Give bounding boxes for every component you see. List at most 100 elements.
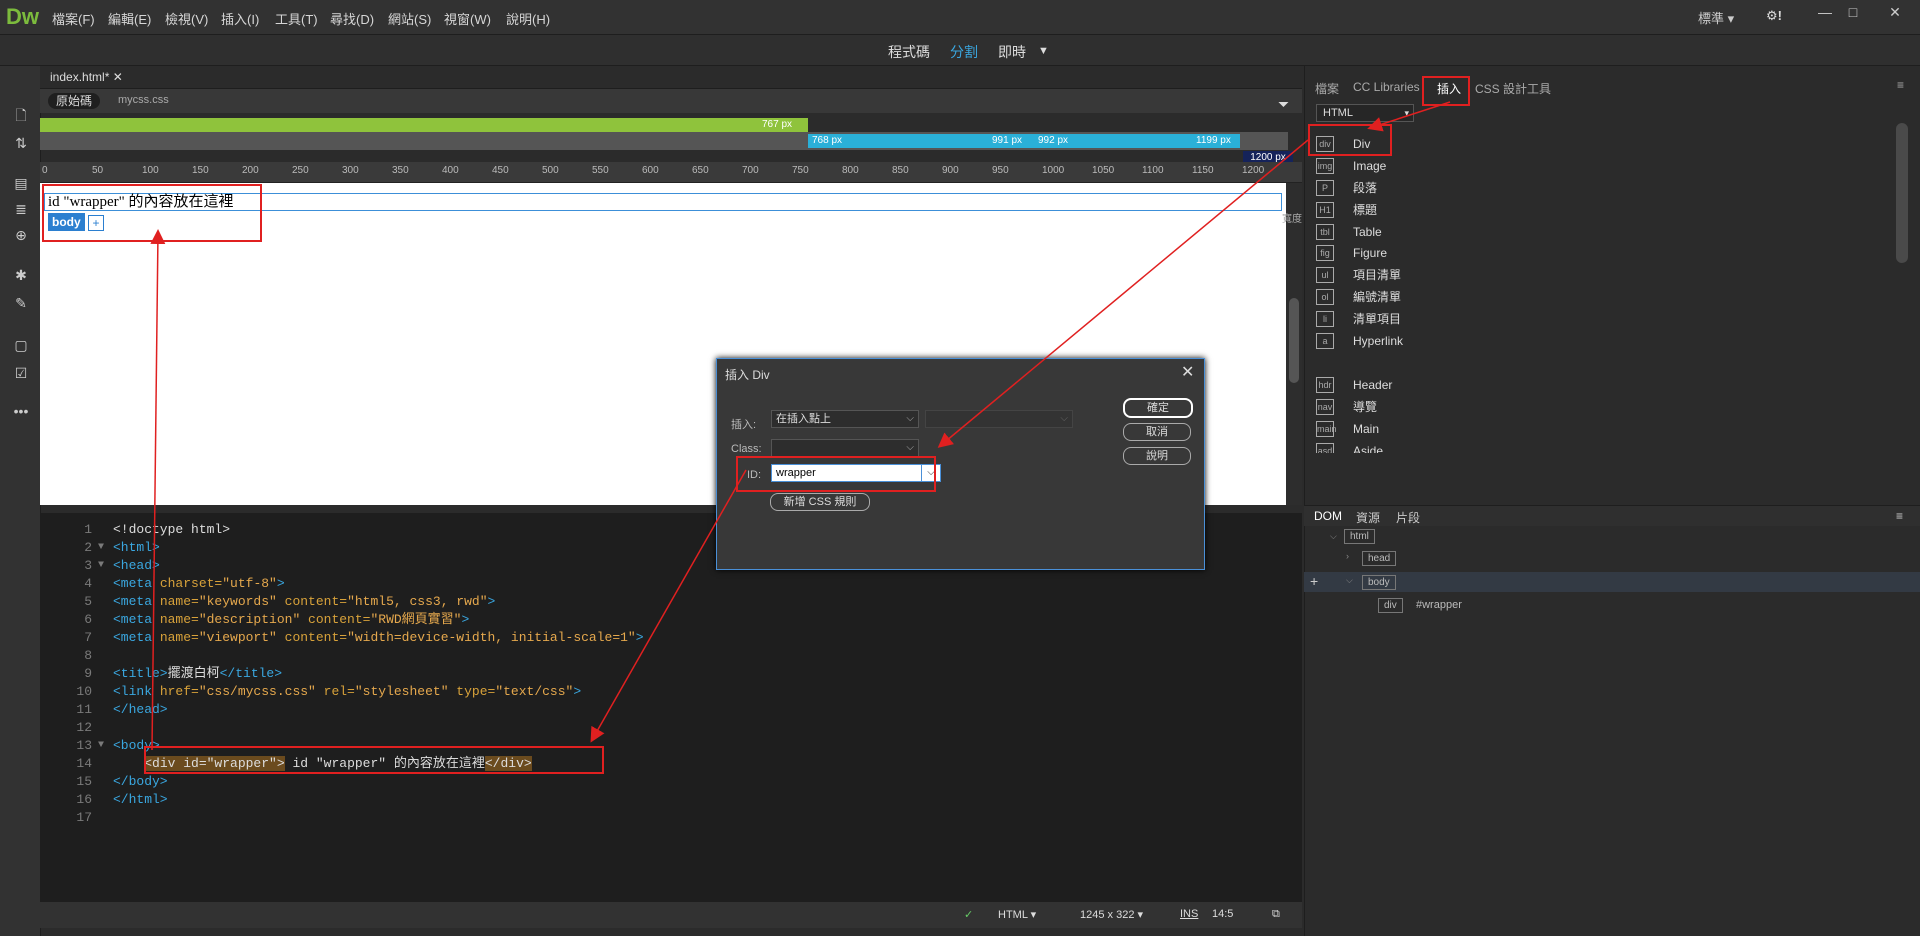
- menu-tools[interactable]: 工具(T): [275, 9, 318, 28]
- insert-mode-toggle[interactable]: INS: [1180, 908, 1198, 920]
- code-source: <title>擺渡白柯</title>: [113, 665, 282, 683]
- workspace-dropdown[interactable]: 標準 ▾: [1698, 8, 1734, 27]
- menu-window[interactable]: 視窗(W): [444, 9, 491, 28]
- tab-dom[interactable]: DOM: [1314, 509, 1342, 523]
- fold-toggle-icon[interactable]: ▼: [98, 539, 104, 557]
- insert-item-段落[interactable]: P 段落: [1316, 178, 1916, 198]
- format-icon[interactable]: ≣: [12, 200, 30, 218]
- media-query-bar-max767[interactable]: 767 px: [40, 118, 808, 132]
- expand-icon[interactable]: ›: [1346, 551, 1349, 561]
- close-window-button[interactable]: ✕: [1884, 4, 1906, 20]
- insert-item-標題[interactable]: H1 標題: [1316, 200, 1916, 220]
- preview-icon[interactable]: ⧉: [1272, 908, 1280, 921]
- tab-cc-libraries[interactable]: CC Libraries: [1353, 80, 1420, 94]
- menu-file[interactable]: 檔案(F): [52, 9, 95, 28]
- dom-node-html[interactable]: html: [1344, 529, 1375, 544]
- document-tab[interactable]: index.html* ✕: [50, 70, 123, 84]
- split-view-button[interactable]: 分割: [950, 42, 978, 62]
- code-line[interactable]: 7 <meta name="viewport" content="width=de…: [40, 629, 1302, 647]
- insert-item-figure[interactable]: fig Figure: [1316, 243, 1916, 263]
- insert-item-div[interactable]: div Div: [1316, 134, 1916, 154]
- code-line[interactable]: 17: [40, 809, 1302, 827]
- collapse-icon[interactable]: ⌵: [1346, 575, 1353, 586]
- help-button[interactable]: 說明: [1123, 447, 1191, 465]
- filter-icon[interactable]: ⏷: [1278, 96, 1289, 113]
- new-css-rule-button[interactable]: 新增 CSS 規則: [770, 493, 870, 511]
- gear-icon[interactable]: ⚙!: [1766, 8, 1782, 24]
- insert-category-dropdown[interactable]: HTML ▾: [1316, 104, 1414, 122]
- code-line[interactable]: 11 </head>: [40, 701, 1302, 719]
- more-icon[interactable]: •••: [12, 402, 30, 420]
- fold-toggle-icon[interactable]: ▼: [98, 737, 104, 755]
- media-query-bar-768-1199[interactable]: 768 px 991 px 992 px 1199 px: [808, 134, 1240, 148]
- inspect-icon[interactable]: ▤: [12, 174, 30, 192]
- insert-item-main[interactable]: main Main: [1316, 419, 1916, 439]
- insert-panel-scrollbar[interactable]: [1896, 123, 1908, 263]
- comment-icon[interactable]: ▢: [12, 336, 30, 354]
- cancel-button[interactable]: 取消: [1123, 423, 1191, 441]
- insert-item-編號清單[interactable]: ol 編號清單: [1316, 287, 1916, 307]
- menu-find[interactable]: 尋找(D): [330, 9, 374, 28]
- menu-help[interactable]: 說明(H): [506, 9, 550, 28]
- code-line[interactable]: 9 <title>擺渡白柯</title>: [40, 665, 1302, 683]
- insert-item-image[interactable]: img Image: [1316, 156, 1916, 176]
- code-line[interactable]: 8: [40, 647, 1302, 665]
- tab-css-designer[interactable]: CSS 設計工具: [1475, 80, 1551, 97]
- design-scrollbar[interactable]: [1286, 183, 1302, 505]
- target-icon[interactable]: ⊕: [12, 226, 30, 244]
- code-line[interactable]: 15 </body>: [40, 773, 1302, 791]
- collapse-icon[interactable]: ⌵: [1330, 531, 1337, 542]
- insert-position-select[interactable]: 在插入點上 ⌵: [771, 410, 919, 428]
- code-view[interactable]: 1 <!doctype html> 2 ▼ <html> 3 ▼ <head> 4 <meta c…: [40, 513, 1302, 901]
- ruler-tick-label: 300: [342, 165, 359, 176]
- validate-icon[interactable]: ☑: [12, 364, 30, 382]
- tab-assets[interactable]: 資源: [1356, 509, 1380, 526]
- insert-item-aside[interactable]: asd Aside: [1316, 441, 1916, 453]
- tab-files[interactable]: 檔案: [1315, 80, 1339, 97]
- class-select[interactable]: ⌵: [771, 439, 919, 457]
- dialog-close-icon[interactable]: ✕: [1181, 362, 1194, 382]
- dom-node-body[interactable]: body: [1362, 575, 1396, 590]
- menu-site[interactable]: 網站(S): [388, 9, 431, 28]
- window-size-dropdown[interactable]: 1245 x 322 ▾: [1080, 908, 1143, 921]
- insert-item-項目清單[interactable]: ul 項目清單: [1316, 265, 1916, 285]
- menu-view[interactable]: 檢視(V): [165, 9, 208, 28]
- menu-insert[interactable]: 插入(I): [221, 9, 259, 28]
- code-line[interactable]: 5 <meta name="keywords" content="html5, c…: [40, 593, 1302, 611]
- file-icon[interactable]: 🗋: [12, 106, 30, 124]
- code-line[interactable]: 16 </html>: [40, 791, 1302, 809]
- source-code-tab[interactable]: 原始碼: [48, 93, 101, 109]
- code-line[interactable]: 12: [40, 719, 1302, 737]
- brush-icon[interactable]: ✎: [12, 294, 30, 312]
- scrollbar-thumb[interactable]: [1289, 298, 1299, 383]
- insert-item-清單項目[interactable]: li 清單項目: [1316, 309, 1916, 329]
- chevron-down-icon[interactable]: ▼: [1038, 45, 1049, 57]
- fold-toggle-icon[interactable]: ▼: [98, 557, 104, 575]
- tab-snippets[interactable]: 片段: [1396, 509, 1420, 526]
- code-line[interactable]: 6 <meta name="description" content="RWD網頁…: [40, 611, 1302, 629]
- live-view-button[interactable]: 即時: [998, 42, 1026, 62]
- sort-icon[interactable]: ⇅: [12, 134, 30, 152]
- insert-item-導覽[interactable]: nav 導覽: [1316, 397, 1916, 417]
- insert-item-header[interactable]: hdr Header: [1316, 375, 1916, 395]
- wand-icon[interactable]: ✱: [12, 266, 30, 284]
- dom-node-div[interactable]: div: [1378, 598, 1403, 613]
- ok-button[interactable]: 確定: [1123, 398, 1193, 418]
- code-token: <!doctype html>: [113, 522, 231, 537]
- code-line[interactable]: 10 <link href="css/mycss.css" rel="styles…: [40, 683, 1302, 701]
- minimize-button[interactable]: —: [1814, 4, 1836, 20]
- document-type-dropdown[interactable]: HTML ▾: [998, 908, 1036, 921]
- code-line[interactable]: 4 <meta charset="utf-8">: [40, 575, 1302, 593]
- maximize-button[interactable]: □: [1842, 4, 1864, 20]
- css-file-tab[interactable]: mycss.css: [118, 94, 169, 106]
- menu-edit[interactable]: 編輯(E): [108, 9, 151, 28]
- add-node-icon[interactable]: +: [1310, 573, 1318, 589]
- panel-menu-icon[interactable]: ≡: [1897, 78, 1904, 92]
- dom-node-head[interactable]: head: [1362, 551, 1397, 566]
- insert-item-hyperlink[interactable]: a Hyperlink: [1316, 331, 1916, 351]
- code-view-button[interactable]: 程式碼: [888, 42, 930, 62]
- insert-item-table[interactable]: tbl Table: [1316, 222, 1916, 242]
- line-number: 17: [76, 810, 92, 825]
- close-tab-icon[interactable]: ✕: [113, 70, 123, 84]
- panel-menu-icon[interactable]: ≡: [1896, 509, 1903, 523]
